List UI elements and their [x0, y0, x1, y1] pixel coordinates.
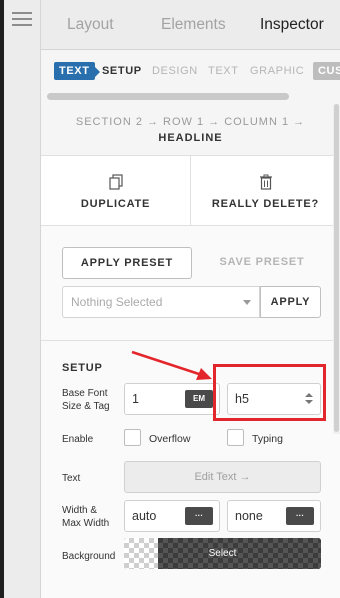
background-select-label: Select — [208, 548, 237, 559]
tab-layout[interactable]: Layout — [67, 16, 114, 34]
setup-title: SETUP — [62, 362, 103, 374]
width-input[interactable]: auto ··· — [124, 500, 220, 532]
max-width-input[interactable]: none ··· — [227, 500, 321, 532]
element-actions: DUPLICATE REALLY DELETE? — [41, 156, 340, 226]
preset-select[interactable]: Nothing Selected — [62, 286, 260, 318]
subtab-design[interactable]: DESIGN — [152, 65, 198, 77]
annotation-arrow-icon — [131, 350, 212, 380]
element-type-badge: TEXT — [54, 62, 99, 80]
base-font-label: Base Font Size & Tag — [62, 387, 110, 413]
trash-icon — [259, 174, 272, 190]
max-width-more-button[interactable]: ··· — [286, 507, 314, 525]
text-label: Text — [62, 473, 81, 484]
preset-select-value: Nothing Selected — [71, 295, 163, 309]
base-font-label-line1: Base Font — [62, 388, 108, 399]
chevron-down-icon — [243, 300, 251, 305]
subtab-graphic[interactable]: GRAPHIC — [250, 65, 304, 77]
background-select[interactable]: Select — [124, 538, 321, 569]
annotation-highlight-box — [213, 364, 326, 421]
width-value: auto — [132, 509, 157, 523]
breadcrumb-current: HEADLINE — [158, 132, 223, 144]
max-width-value: none — [235, 509, 263, 523]
width-label-line2: Max Width — [62, 518, 110, 529]
subtab-setup[interactable]: SETUP — [102, 65, 142, 77]
base-font-label-line2: Size & Tag — [62, 401, 110, 412]
vertical-scrollbar-thumb[interactable] — [334, 104, 339, 432]
vertical-scrollbar[interactable] — [333, 104, 340, 434]
hamburger-menu-icon[interactable] — [12, 12, 32, 26]
width-label-line1: Width & — [62, 505, 98, 516]
width-more-button[interactable]: ··· — [185, 507, 213, 525]
breadcrumb-path[interactable]: SECTION 2 → ROW 1 → COLUMN 1 → — [41, 116, 340, 128]
duplicate-label: DUPLICATE — [80, 198, 151, 210]
typing-label: Typing — [252, 433, 283, 445]
side-menu-column — [4, 0, 41, 598]
duplicate-button[interactable]: DUPLICATE — [41, 156, 191, 226]
scrollbar-thumb[interactable] — [47, 93, 289, 100]
tab-inspector[interactable]: Inspector — [260, 16, 324, 34]
duplicate-icon — [108, 174, 123, 190]
breadcrumb: SECTION 2 → ROW 1 → COLUMN 1 → HEADLINE — [41, 104, 340, 156]
subtab-custom[interactable]: CUST — [313, 62, 340, 80]
overflow-label: Overflow — [149, 433, 191, 445]
delete-label: REALLY DELETE? — [211, 198, 320, 210]
delete-button[interactable]: REALLY DELETE? — [191, 156, 340, 226]
enable-label: Enable — [62, 434, 94, 445]
apply-preset-button[interactable]: APPLY PRESET — [62, 247, 192, 279]
background-label: Background — [62, 551, 116, 562]
tab-elements[interactable]: Elements — [161, 16, 226, 34]
font-size-input[interactable]: 1 EM — [124, 383, 220, 415]
font-size-value: 1 — [132, 392, 139, 406]
horizontal-scrollbar[interactable] — [41, 90, 340, 104]
apply-button[interactable]: APPLY — [260, 286, 321, 318]
preset-panel: APPLY PRESET SAVE PRESET Nothing Selecte… — [41, 226, 340, 341]
typing-checkbox[interactable] — [227, 429, 244, 446]
overflow-checkbox[interactable] — [124, 429, 141, 446]
subtab-text[interactable]: TEXT — [208, 65, 239, 77]
inspector-subtabs: TEXT SETUP DESIGN TEXT GRAPHIC CUST — [41, 50, 340, 90]
font-unit-button[interactable]: EM — [185, 390, 213, 408]
save-preset-button[interactable]: SAVE PRESET — [201, 247, 323, 279]
main-tabs: Layout Elements Inspector — [41, 0, 340, 50]
width-label: Width & Max Width — [62, 504, 109, 530]
edit-text-button[interactable]: Edit Text → — [124, 461, 321, 493]
